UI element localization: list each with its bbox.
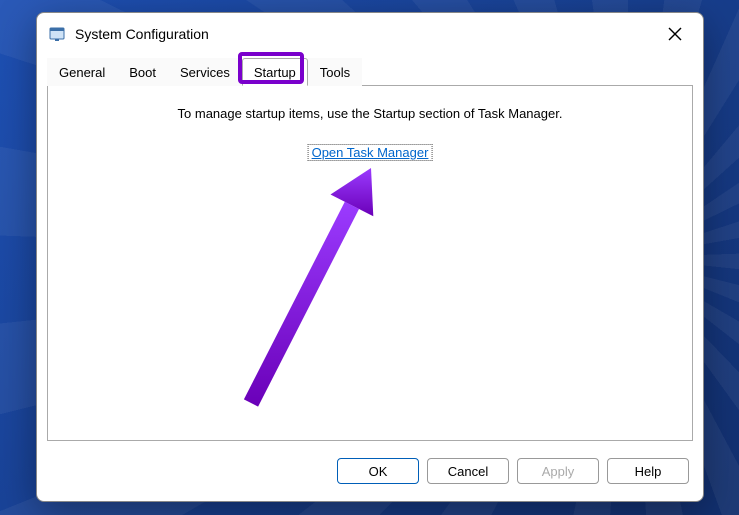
annotation-arrow bbox=[48, 86, 716, 466]
tab-services[interactable]: Services bbox=[168, 58, 242, 86]
tab-panel: To manage startup items, use the Startup… bbox=[47, 85, 693, 441]
open-task-manager-link[interactable]: Open Task Manager bbox=[308, 144, 433, 161]
close-button[interactable] bbox=[659, 18, 691, 50]
instruction-text: To manage startup items, use the Startup… bbox=[48, 106, 692, 121]
system-configuration-dialog: System Configuration General Boot Servic… bbox=[36, 12, 704, 502]
tab-startup[interactable]: Startup bbox=[242, 58, 308, 86]
close-icon bbox=[668, 27, 682, 41]
cancel-button[interactable]: Cancel bbox=[427, 458, 509, 484]
tab-boot[interactable]: Boot bbox=[117, 58, 168, 86]
tab-general[interactable]: General bbox=[47, 58, 117, 86]
dialog-footer: OK Cancel Apply Help bbox=[37, 451, 703, 501]
msconfig-icon bbox=[49, 25, 67, 43]
titlebar: System Configuration bbox=[37, 13, 703, 55]
dialog-title: System Configuration bbox=[75, 26, 659, 42]
ok-button[interactable]: OK bbox=[337, 458, 419, 484]
tabstrip: General Boot Services Startup Tools bbox=[37, 57, 703, 85]
tab-tools[interactable]: Tools bbox=[308, 58, 362, 86]
help-button[interactable]: Help bbox=[607, 458, 689, 484]
apply-button[interactable]: Apply bbox=[517, 458, 599, 484]
